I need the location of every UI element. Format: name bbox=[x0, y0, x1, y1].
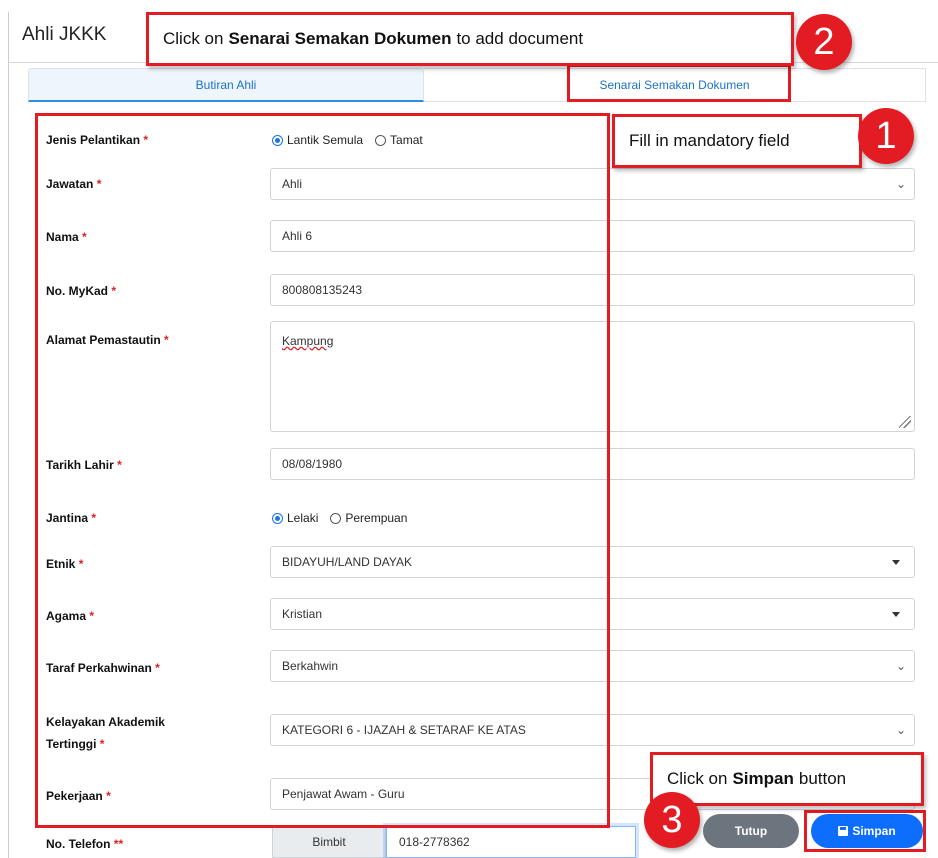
modal-title: Ahli JKKK bbox=[22, 24, 107, 45]
caret-down-icon bbox=[892, 612, 900, 617]
tutup-button[interactable]: Tutup bbox=[703, 814, 799, 848]
step2-badge: 2 bbox=[796, 14, 852, 70]
step2-callout: Click on Senarai Semakan Dokumen to add … bbox=[146, 12, 794, 66]
chevron-down-icon: ⌄ bbox=[895, 723, 906, 737]
telefon-input[interactable]: 018-2778362 bbox=[386, 826, 636, 858]
step1-callout: Fill in mandatory field bbox=[612, 114, 862, 168]
chevron-down-icon: ⌄ bbox=[895, 659, 906, 673]
tab-highlight bbox=[567, 64, 791, 102]
step1-badge: 1 bbox=[858, 108, 914, 164]
resize-handle-icon[interactable] bbox=[899, 416, 911, 428]
telefon-label: No. Telefon ** bbox=[46, 837, 124, 851]
step3-badge: 3 bbox=[644, 792, 700, 848]
mandatory-fields-highlight bbox=[35, 113, 610, 828]
chevron-down-icon: ⌄ bbox=[895, 177, 906, 191]
simpan-highlight bbox=[804, 810, 926, 852]
tab-butiran-ahli[interactable]: Butiran Ahli bbox=[28, 68, 424, 102]
bimbit-addon: Bimbit bbox=[272, 826, 386, 858]
tab-bar: Butiran Ahli Senarai Semakan Dokumen bbox=[28, 68, 926, 102]
step3-callout: Click on Simpan button bbox=[650, 752, 924, 806]
top-strip bbox=[0, 0, 938, 10]
caret-down-icon bbox=[892, 560, 900, 565]
